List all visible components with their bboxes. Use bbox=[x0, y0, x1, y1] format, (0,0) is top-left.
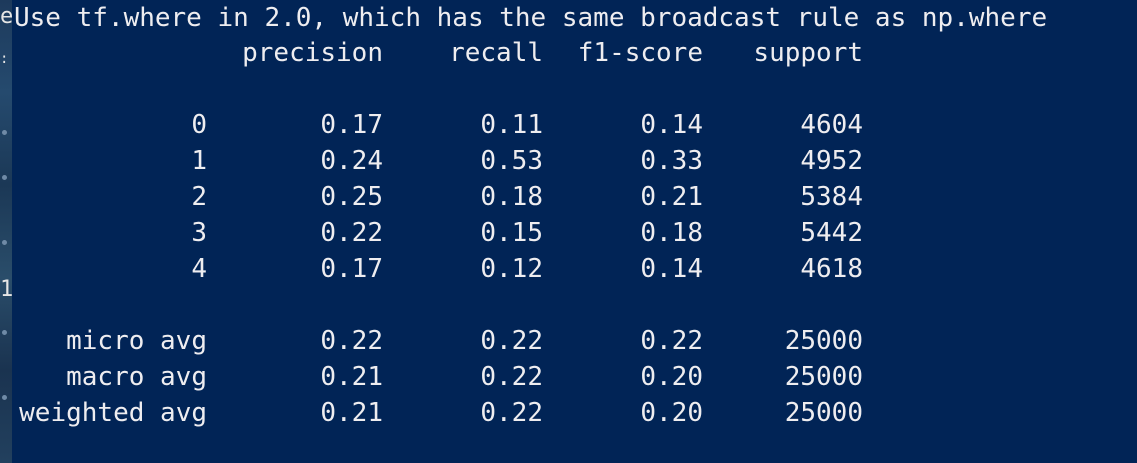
class-row: 4 0.17 0.12 0.14 4618 bbox=[14, 251, 1137, 287]
edge-speck bbox=[2, 395, 7, 400]
class-row: 0 0.17 0.11 0.14 4604 bbox=[14, 107, 1137, 143]
class-label: 1 bbox=[191, 146, 207, 176]
f1-value: 0.14 bbox=[640, 254, 703, 284]
avg-label: macro avg bbox=[66, 362, 207, 392]
recall-value: 0.11 bbox=[480, 110, 543, 140]
header-precision: precision bbox=[242, 38, 383, 68]
avg-row: macro avg 0.21 0.22 0.20 25000 bbox=[14, 359, 1137, 395]
class-label: 2 bbox=[191, 182, 207, 212]
f1-value: 0.21 bbox=[640, 182, 703, 212]
terminal-screen: e : 1 Use tf.where in 2.0, which has the… bbox=[0, 0, 1137, 463]
class-row: 1 0.24 0.53 0.33 4952 bbox=[14, 143, 1137, 179]
f1-value: 0.33 bbox=[640, 146, 703, 176]
f1-value: 0.20 bbox=[640, 362, 703, 392]
edge-fragment-top: e bbox=[0, 4, 12, 29]
edge-fragment-mid: : bbox=[0, 51, 9, 67]
support-value: 5442 bbox=[800, 218, 863, 248]
f1-value: 0.14 bbox=[640, 110, 703, 140]
class-label: 0 bbox=[191, 110, 207, 140]
command-text: Use tf.where in 2.0, which has the same … bbox=[14, 3, 1048, 33]
support-value: 4618 bbox=[800, 254, 863, 284]
header-support: support bbox=[753, 38, 863, 68]
recall-value: 0.15 bbox=[480, 218, 543, 248]
recall-value: 0.18 bbox=[480, 182, 543, 212]
precision-value: 0.21 bbox=[320, 362, 383, 392]
precision-value: 0.22 bbox=[320, 218, 383, 248]
support-value: 4604 bbox=[800, 110, 863, 140]
support-value: 25000 bbox=[784, 398, 863, 428]
edge-speck bbox=[2, 240, 7, 245]
support-value: 25000 bbox=[784, 362, 863, 392]
precision-value: 0.17 bbox=[320, 110, 383, 140]
class-row: 2 0.25 0.18 0.21 5384 bbox=[14, 179, 1137, 215]
support-value: 25000 bbox=[784, 326, 863, 356]
class-row: 3 0.22 0.15 0.18 5442 bbox=[14, 215, 1137, 251]
precision-value: 0.21 bbox=[320, 398, 383, 428]
precision-value: 0.22 bbox=[320, 326, 383, 356]
precision-value: 0.25 bbox=[320, 182, 383, 212]
class-label: 3 bbox=[191, 218, 207, 248]
recall-value: 0.22 bbox=[480, 326, 543, 356]
report-header-row: precision recall f1-score support bbox=[14, 35, 1137, 71]
support-value: 4952 bbox=[800, 146, 863, 176]
edge-speck bbox=[2, 175, 7, 180]
avg-label: weighted avg bbox=[19, 398, 207, 428]
recall-value: 0.22 bbox=[480, 398, 543, 428]
recall-value: 0.53 bbox=[480, 146, 543, 176]
support-value: 5384 bbox=[800, 182, 863, 212]
avg-label: micro avg bbox=[66, 326, 207, 356]
f1-value: 0.18 bbox=[640, 218, 703, 248]
edge-speck bbox=[2, 130, 7, 135]
precision-value: 0.17 bbox=[320, 254, 383, 284]
precision-value: 0.24 bbox=[320, 146, 383, 176]
edge-speck bbox=[2, 330, 7, 335]
header-f1-score: f1-score bbox=[577, 38, 703, 68]
edge-fragment-low: 1 bbox=[0, 277, 12, 302]
f1-value: 0.20 bbox=[640, 398, 703, 428]
header-recall: recall bbox=[449, 38, 543, 68]
avg-row: weighted avg 0.21 0.22 0.20 25000 bbox=[14, 395, 1137, 431]
class-label: 4 bbox=[191, 254, 207, 284]
recall-value: 0.12 bbox=[480, 254, 543, 284]
console-output[interactable]: Use tf.where in 2.0, which has the same … bbox=[14, 0, 1137, 463]
background-window-edge: e : 1 bbox=[0, 0, 12, 463]
f1-value: 0.22 bbox=[640, 326, 703, 356]
avg-row: micro avg 0.22 0.22 0.22 25000 bbox=[14, 323, 1137, 359]
recall-value: 0.22 bbox=[480, 362, 543, 392]
